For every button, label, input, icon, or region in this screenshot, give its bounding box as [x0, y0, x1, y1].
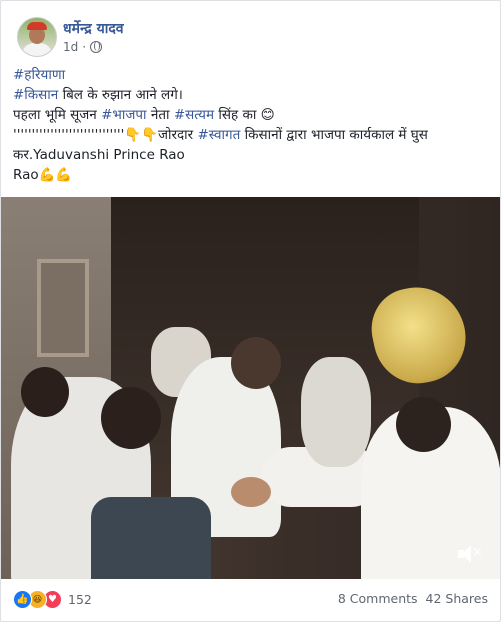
- post-video[interactable]: ×: [1, 197, 500, 579]
- author-avatar[interactable]: [17, 17, 57, 57]
- hashtag-swagat[interactable]: #स्वागत: [197, 127, 240, 143]
- post-line-6: Rao💪💪: [13, 167, 73, 183]
- post-line-5: कर.Yaduvanshi Prince Rao: [13, 147, 185, 163]
- volume-muted-icon[interactable]: ×: [458, 545, 483, 563]
- post-line-3: पहला भूमि सूजन #भाजपा नेता #सत्यम सिंह क…: [13, 107, 275, 123]
- post-line-1: #हरियाणा: [13, 65, 488, 85]
- post-footer: 👍 😆 ♥ 152 8 Comments 42 Shares: [13, 587, 488, 611]
- post-line-4: ''''''''''''''''''''''''''''''👇👇जोरदार #…: [13, 127, 428, 143]
- post-line-2: #किसान बिल के रुझान आने लगे।: [13, 87, 183, 103]
- hashtag-bhajpa[interactable]: #भाजपा: [101, 107, 146, 123]
- post-time[interactable]: 1d: [63, 40, 78, 54]
- post-text: #हरियाणा #किसान बिल के रुझान आने लगे। पह…: [13, 65, 488, 185]
- post-stats: 8 Comments 42 Shares: [338, 591, 488, 606]
- shares-count[interactable]: 42 Shares: [426, 591, 488, 606]
- facebook-post-card: धर्मेन्द्र यादव 1d · #हरियाणा #किसान बिल…: [0, 0, 501, 622]
- comments-count[interactable]: 8 Comments: [338, 591, 418, 606]
- like-reaction-icon: 👍: [13, 590, 32, 609]
- globe-icon[interactable]: [90, 41, 103, 53]
- hashtag-kisan[interactable]: #किसान: [13, 87, 58, 103]
- post-meta: 1d ·: [63, 40, 103, 54]
- hashtag-satyam[interactable]: #सत्यम: [174, 107, 214, 123]
- author-name[interactable]: धर्मेन्द्र यादव: [63, 19, 124, 38]
- reaction-count[interactable]: 152: [68, 592, 92, 607]
- hashtag-haryana[interactable]: #हरियाणा: [13, 67, 65, 83]
- reactions-summary[interactable]: 👍 😆 ♥ 152: [13, 590, 92, 609]
